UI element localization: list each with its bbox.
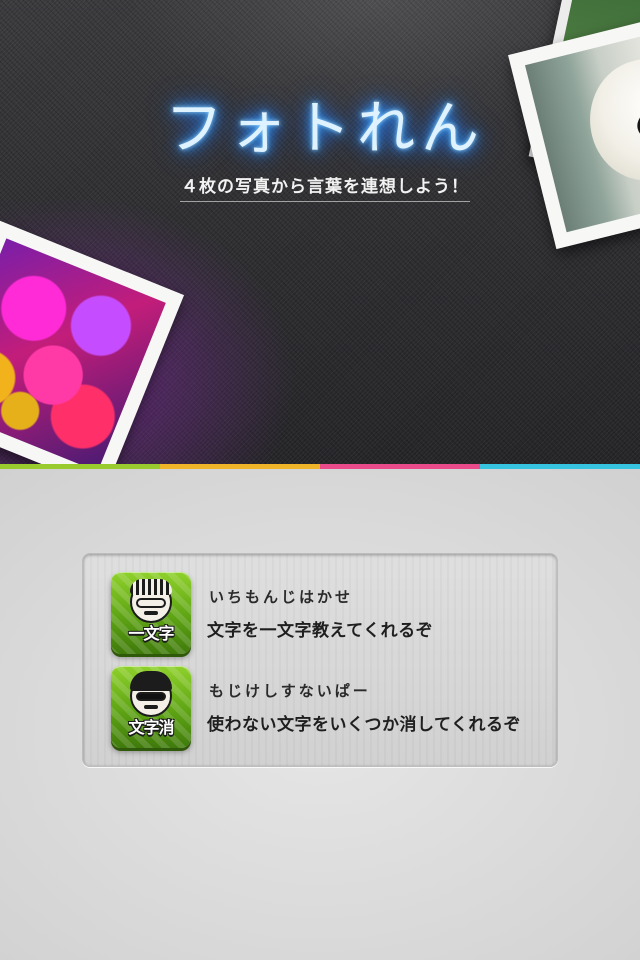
hint-button-label: 一文字 [128,624,174,643]
hint-description: 使わない文字をいくつか消してくれるぞ [207,715,521,735]
flower-photo [0,220,185,464]
header-background: フォトれん ４枚の写真から言葉を連想しよう！ [0,0,640,464]
hint-item-one-letter: 一文字 いちもんじはかせ 文字を一文字教えてくれるぞ [111,572,531,656]
hint-button-label: 文字消 [128,718,174,737]
sunglasses-face-icon [130,671,172,717]
erase-letters-hint-button[interactable]: 文字消 [111,666,191,748]
hint-name: いちもんじはかせ [209,588,354,606]
flower-photo-image [0,238,166,464]
glasses-shape [136,598,166,608]
hint-item-erase-letters: 文字消 もじけしすないぱー 使わない文字をいくつか消してくれるぞ [111,666,531,750]
polar-bear-nose [634,106,640,144]
one-letter-hint-button[interactable]: 一文字 [111,572,191,654]
glasses-face-icon [130,579,172,623]
hint-name: もじけしすないぱー [209,682,371,700]
hair-shape [130,579,172,595]
polar-bear-head [576,48,640,192]
mouth-shape [144,705,158,709]
tagline: ４枚の写真から言葉を連想しよう！ [180,174,470,202]
hair-shape [130,671,172,691]
mouth-shape [144,611,158,615]
app-title-logo: フォトれん [164,94,485,162]
hint-description: 文字を一文字教えてくれるぞ [207,621,434,641]
polar-bear-photo [508,18,640,250]
sunglasses-shape [136,692,166,701]
polar-bear-photo-image [525,35,640,233]
hint-panel: 一文字 いちもんじはかせ 文字を一文字教えてくれるぞ 文字消 もじけしすないぱー… [82,553,558,767]
